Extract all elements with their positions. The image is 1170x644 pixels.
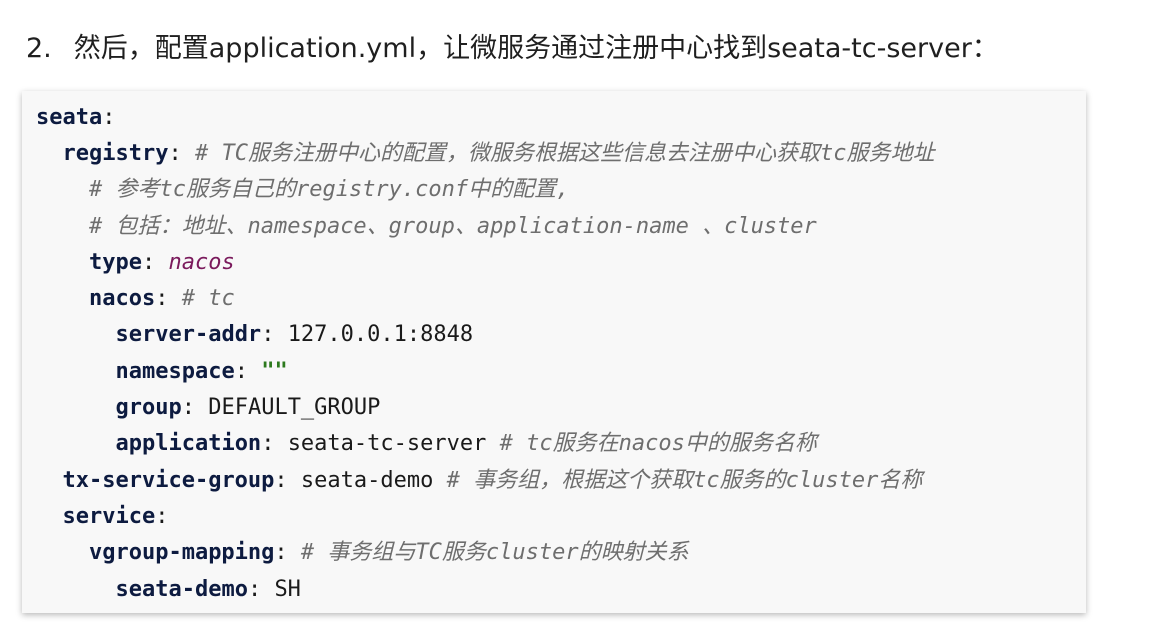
code-line-seata-demo: seata-demo: SH: [36, 575, 301, 605]
yaml-colon: :: [102, 105, 116, 130]
yaml-comment: # 参考tc服务自己的registry.conf中的配置,: [88, 177, 570, 202]
yaml-key: server-addr: [115, 322, 262, 347]
code-line-tx-service-group: tx-service-group: seata-demo # 事务组，根据这个获…: [36, 466, 923, 496]
code-line-service: service:: [36, 502, 169, 532]
code-line-type: type: nacos: [36, 248, 235, 278]
yaml-comment: # 包括：地址、namespace、group、application-name…: [88, 214, 817, 239]
yaml-comment: # tc: [181, 286, 235, 311]
yaml-key: vgroup-mapping: [88, 540, 275, 565]
code-line-vgroup-mapping: vgroup-mapping: # 事务组与TC服务cluster的映射关系: [36, 538, 689, 568]
yaml-value: SH: [274, 577, 301, 602]
yaml-value: seata-tc-server: [287, 431, 487, 456]
yaml-colon: :: [155, 504, 169, 529]
code-line-group: group: DEFAULT_GROUP: [36, 393, 380, 423]
yaml-colon: :: [261, 431, 275, 456]
yaml-comment: # 事务组与TC服务cluster的映射关系: [300, 540, 689, 565]
code-line-application: application: seata-tc-server # tc服务在naco…: [36, 429, 817, 459]
yaml-value: 127.0.0.1:8848: [287, 322, 474, 347]
yaml-key: group: [115, 395, 182, 420]
yaml-comment: # 事务组，根据这个获取tc服务的cluster名称: [446, 468, 923, 493]
yaml-key: seata-demo: [115, 577, 248, 602]
yaml-key: tx-service-group: [62, 468, 275, 493]
yaml-colon: :: [234, 359, 248, 384]
yaml-colon: :: [247, 577, 262, 602]
yaml-value: DEFAULT_GROUP: [208, 395, 381, 420]
yaml-comment: # TC服务注册中心的配置，微服务根据这些信息去注册中心获取tc服务地址: [194, 141, 935, 166]
yaml-colon: :: [274, 540, 288, 565]
code-line-registry: registry: # TC服务注册中心的配置，微服务根据这些信息去注册中心获取…: [36, 139, 935, 169]
yaml-colon: :: [168, 141, 182, 166]
code-line-comment-ref: # 参考tc服务自己的registry.conf中的配置,: [36, 175, 569, 205]
code-line-server-addr: server-addr: 127.0.0.1:8848: [36, 320, 473, 350]
yaml-value: seata-demo: [300, 468, 434, 493]
yaml-key: service: [62, 504, 156, 529]
code-line-nacos: nacos: # tc: [36, 284, 235, 314]
step-number: 2.: [26, 33, 52, 64]
yaml-value: "": [261, 359, 288, 384]
yaml-key: seata: [36, 105, 103, 130]
step-text: 然后，配置application.yml，让微服务通过注册中心找到seata-t…: [73, 33, 999, 64]
yaml-colon: :: [181, 395, 195, 420]
yaml-key: type: [88, 250, 142, 275]
yaml-comment: # tc服务在nacos中的服务名称: [499, 431, 817, 456]
yaml-colon: :: [155, 286, 169, 311]
code-line-namespace: namespace: "": [36, 357, 288, 387]
yaml-key: namespace: [115, 359, 235, 384]
yaml-colon: :: [261, 322, 275, 347]
yaml-colon: :: [274, 468, 288, 493]
yaml-colon: :: [141, 250, 156, 275]
yaml-value: nacos: [168, 250, 235, 275]
yaml-key: application: [115, 431, 262, 456]
step-heading: 2. 然后，配置application.yml，让微服务通过注册中心找到seata…: [26, 26, 999, 65]
yaml-key: registry: [62, 141, 169, 166]
yaml-code-block: seata: registry: # TC服务注册中心的配置，微服务根据这些信息…: [22, 91, 1086, 613]
yaml-key: nacos: [88, 286, 156, 311]
code-line-seata: seata:: [36, 103, 115, 133]
code-line-comment-include: # 包括：地址、namespace、group、application-name…: [36, 212, 817, 242]
